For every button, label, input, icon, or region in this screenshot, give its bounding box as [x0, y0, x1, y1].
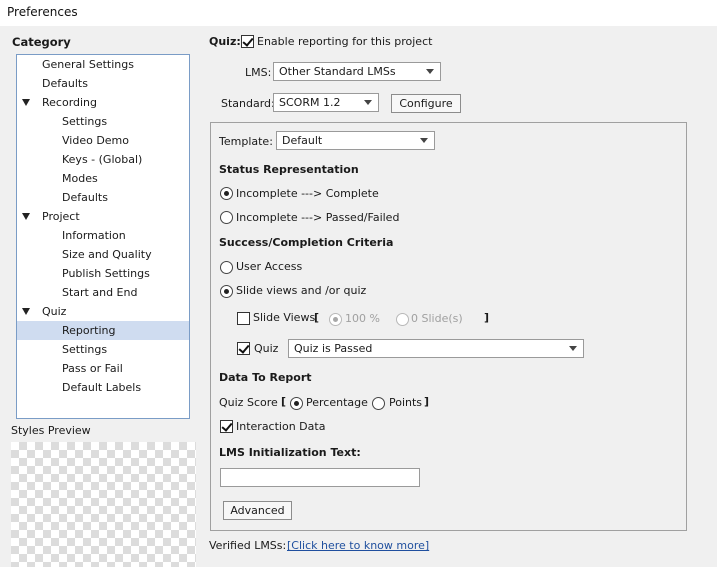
tree-item-label: Start and End	[62, 286, 138, 299]
user-access-radio[interactable]	[220, 261, 233, 274]
percentage-label[interactable]: Percentage	[306, 396, 368, 409]
status-passed-failed-radio[interactable]	[220, 211, 233, 224]
interaction-data-checkbox[interactable]	[220, 420, 233, 433]
quiz-label: Quiz:	[209, 35, 241, 48]
slide-views-label[interactable]: Slide Views	[253, 311, 315, 324]
tree-item-defaults[interactable]: Defaults	[17, 74, 189, 93]
standard-select-value: SCORM 1.2	[279, 96, 341, 109]
quiz-score-label: Quiz Score	[219, 396, 278, 409]
tree-item-recording[interactable]: Recording	[17, 93, 189, 112]
tree-item-label: Recording	[42, 96, 98, 109]
lms-select-value: Other Standard LMSs	[279, 65, 396, 78]
tree-item-publish-settings[interactable]: Publish Settings	[17, 264, 189, 283]
data-heading: Data To Report	[219, 371, 312, 384]
styles-preview-label: Styles Preview	[11, 424, 91, 437]
status-passed-failed-label[interactable]: Incomplete ---> Passed/Failed	[236, 211, 399, 224]
tree-item-label: Settings	[62, 115, 108, 128]
lms-select[interactable]: Other Standard LMSs	[273, 62, 441, 81]
slides-radio[interactable]	[396, 313, 409, 326]
tree-item-label: Video Demo	[62, 134, 129, 147]
quiz-check-label[interactable]: Quiz	[254, 342, 278, 355]
tree-item-default-labels[interactable]: Default Labels	[17, 378, 189, 397]
standard-label: Standard:	[221, 97, 275, 110]
tree-item-video-demo[interactable]: Video Demo	[17, 131, 189, 150]
tree-item-label: Default Labels	[62, 381, 142, 394]
tree-item-reporting[interactable]: Reporting	[17, 321, 189, 340]
tree-item-label: Pass or Fail	[62, 362, 123, 375]
lms-init-heading: LMS Initialization Text:	[219, 446, 361, 459]
tree-item-project[interactable]: Project	[17, 207, 189, 226]
bracket-close: ]	[484, 311, 490, 324]
tree-item-general-settings[interactable]: General Settings	[17, 55, 189, 74]
expand-caret-icon[interactable]	[22, 213, 30, 220]
verified-lms-label: Verified LMSs:	[209, 539, 287, 552]
points-radio[interactable]	[372, 397, 385, 410]
slide-views-checkbox[interactable]	[237, 312, 250, 325]
template-select[interactable]: Default	[276, 131, 435, 150]
tree-item-pass-or-fail[interactable]: Pass or Fail	[17, 359, 189, 378]
tree-item-label: Settings	[62, 343, 108, 356]
tree-item-label: Size and Quality	[62, 248, 152, 261]
expand-caret-icon[interactable]	[22, 308, 30, 315]
template-label: Template:	[219, 135, 273, 148]
tree-item-label: Defaults	[42, 77, 88, 90]
tree-item-start-and-end[interactable]: Start and End	[17, 283, 189, 302]
tree-item-label: Reporting	[62, 324, 116, 337]
points-label[interactable]: Points	[389, 396, 422, 409]
lms-label: LMS:	[245, 66, 272, 79]
verified-lms-link[interactable]: [Click here to know more]	[287, 539, 429, 552]
tree-item-size-and-quality[interactable]: Size and Quality	[17, 245, 189, 264]
tree-item-information[interactable]: Information	[17, 226, 189, 245]
chevron-down-icon	[364, 100, 372, 105]
tree-item-label: Keys - (Global)	[62, 153, 143, 166]
chevron-down-icon	[420, 138, 428, 143]
percentage-radio[interactable]	[290, 397, 303, 410]
status-heading: Status Representation	[219, 163, 359, 176]
standard-select[interactable]: SCORM 1.2	[273, 93, 379, 112]
slide-views-quiz-radio[interactable]	[220, 285, 233, 298]
lms-init-input[interactable]	[220, 468, 420, 487]
quiz-condition-select[interactable]: Quiz is Passed	[288, 339, 584, 358]
tree-item-quiz[interactable]: Quiz	[17, 302, 189, 321]
tree-item-label: Modes	[62, 172, 98, 185]
tree-item-settings[interactable]: Settings	[17, 112, 189, 131]
window-title: Preferences	[0, 0, 717, 26]
configure-button[interactable]: Configure	[391, 94, 461, 113]
bracket-open: [	[314, 311, 320, 324]
chevron-down-icon	[569, 346, 577, 351]
percent-label[interactable]: 100 %	[345, 312, 380, 325]
tree-item-settings[interactable]: Settings	[17, 340, 189, 359]
status-complete-label[interactable]: Incomplete ---> Complete	[236, 187, 379, 200]
slides-label[interactable]: 0 Slide(s)	[411, 312, 463, 325]
tree-item-keys-global[interactable]: Keys - (Global)	[17, 150, 189, 169]
tree-item-label: Defaults	[62, 191, 108, 204]
bracket-close: ]	[424, 395, 430, 408]
user-access-label[interactable]: User Access	[236, 260, 302, 273]
category-title: Category	[12, 35, 71, 49]
expand-caret-icon[interactable]	[22, 99, 30, 106]
percent-radio[interactable]	[329, 313, 342, 326]
advanced-button[interactable]: Advanced	[223, 501, 292, 520]
criteria-heading: Success/Completion Criteria	[219, 236, 394, 249]
enable-reporting-checkbox[interactable]	[241, 35, 254, 48]
tree-item-label: General Settings	[42, 58, 134, 71]
slide-views-quiz-label[interactable]: Slide views and /or quiz	[236, 284, 366, 297]
chevron-down-icon	[426, 69, 434, 74]
tree-item-defaults[interactable]: Defaults	[17, 188, 189, 207]
tree-item-label: Project	[42, 210, 80, 223]
tree-item-label: Information	[62, 229, 126, 242]
styles-preview	[11, 442, 196, 567]
category-tree[interactable]: General Settings Defaults Recording Setting…	[16, 54, 190, 419]
template-select-value: Default	[282, 134, 323, 147]
enable-reporting-label[interactable]: Enable reporting for this project	[257, 35, 432, 48]
status-complete-radio[interactable]	[220, 187, 233, 200]
tree-item-label: Quiz	[42, 305, 67, 318]
tree-item-label: Publish Settings	[62, 267, 150, 280]
bracket-open: [	[281, 395, 287, 408]
tree-item-modes[interactable]: Modes	[17, 169, 189, 188]
quiz-checkbox[interactable]	[237, 342, 250, 355]
quiz-condition-value: Quiz is Passed	[294, 342, 373, 355]
interaction-data-label[interactable]: Interaction Data	[236, 420, 325, 433]
